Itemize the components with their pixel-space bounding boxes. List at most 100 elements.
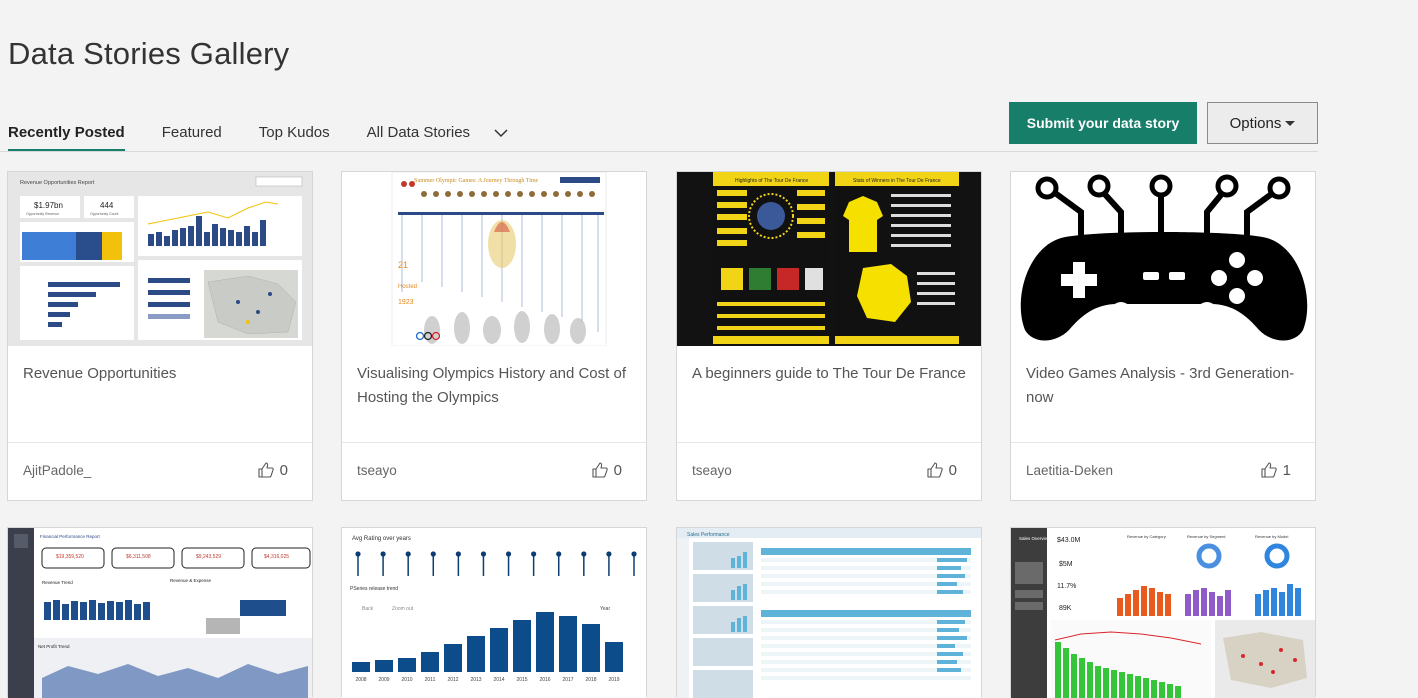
rating-dot xyxy=(505,551,512,557)
report-preview-image: Sales Overview $43.0M $5M 11.7% 89K Reve… xyxy=(1011,528,1315,698)
kudos-button[interactable]: 0 xyxy=(591,461,622,479)
options-button[interactable]: Options xyxy=(1207,102,1318,144)
story-thumbnail[interactable]: Financial Performance Report $19,359,520… xyxy=(8,528,312,698)
story-title[interactable]: Revenue Opportunities xyxy=(23,362,297,386)
report-preview-image: Summer Olympic Games: A Journey Through … xyxy=(391,172,607,346)
story-card[interactable]: Avg Rating over years PSeries release tr… xyxy=(341,527,647,698)
rating-dot xyxy=(405,551,411,557)
tab-top-kudos[interactable]: Top Kudos xyxy=(259,118,330,152)
svg-text:Year: Year xyxy=(600,606,610,612)
report-preview-image: Sales Performance xyxy=(677,528,981,698)
thumbs-up-icon xyxy=(592,462,608,478)
svg-text:Sales Performance: Sales Performance xyxy=(687,532,730,538)
year-tick-label: 2016 xyxy=(539,677,550,683)
story-card[interactable]: Highlights of The Tour De France Stats o… xyxy=(676,171,982,501)
story-thumbnail[interactable] xyxy=(1011,172,1315,346)
svg-text:$6,311,508: $6,311,508 xyxy=(126,554,151,560)
report-preview-image: Revenue Opportunities Report $1.97bn Opp… xyxy=(8,172,312,346)
story-thumbnail[interactable]: Sales Performance xyxy=(677,528,981,698)
svg-text:Hosted: Hosted xyxy=(398,284,417,290)
year-tick-label: 2013 xyxy=(470,677,481,683)
year-tick-label: 2017 xyxy=(562,677,573,683)
caret-down-icon xyxy=(1285,120,1296,126)
thumbs-up-icon xyxy=(1261,462,1277,478)
kudos-count: 1 xyxy=(1282,461,1291,479)
story-thumbnail[interactable]: Revenue Opportunities Report $1.97bn Opp… xyxy=(8,172,312,346)
svg-text:Revenue & Expense: Revenue & Expense xyxy=(170,578,212,583)
story-card[interactable]: Summer Olympic Games: A Journey Through … xyxy=(341,171,647,501)
story-title[interactable]: A beginners guide to The Tour De France xyxy=(692,362,966,386)
story-author[interactable]: AjitPadole_ xyxy=(23,463,91,478)
gallery-tabs: Recently Posted Featured Top Kudos All D… xyxy=(8,118,510,152)
release-bar xyxy=(582,624,600,672)
story-author[interactable]: tseayo xyxy=(357,463,397,478)
release-bar xyxy=(375,660,393,672)
card-divider xyxy=(1011,442,1315,443)
story-author[interactable]: Laetitia-Deken xyxy=(1026,463,1113,478)
kudos-button[interactable]: 1 xyxy=(1260,461,1291,479)
story-title[interactable]: Visualising Olympics History and Cost of… xyxy=(357,362,631,410)
svg-text:$9,243,529: $9,243,529 xyxy=(196,554,221,560)
rating-dot xyxy=(455,551,461,557)
svg-text:89K: 89K xyxy=(1059,605,1072,612)
year-tick-label: 2019 xyxy=(608,677,619,683)
page-title: Data Stories Gallery xyxy=(8,36,290,71)
tab-featured[interactable]: Featured xyxy=(162,118,222,152)
story-card[interactable]: Video Games Analysis - 3rd Generation-no… xyxy=(1010,171,1316,501)
story-thumbnail[interactable]: Avg Rating over years PSeries release tr… xyxy=(342,528,646,698)
story-card[interactable]: Sales Performance xyxy=(676,527,982,698)
story-thumbnail[interactable]: Highlights of The Tour De France Stats o… xyxy=(677,172,981,346)
thumbs-up-icon xyxy=(927,462,943,478)
report-preview-image: Highlights of The Tour De France Stats o… xyxy=(677,172,981,346)
report-preview-image: Financial Performance Report $19,359,520… xyxy=(8,528,312,698)
year-tick-label: 2018 xyxy=(585,677,596,683)
release-bar xyxy=(536,612,554,672)
release-bar xyxy=(444,644,462,672)
rating-dot xyxy=(355,551,361,557)
tab-recently-posted[interactable]: Recently Posted xyxy=(8,118,125,152)
card-divider xyxy=(677,442,981,443)
rating-dot xyxy=(380,551,386,557)
kudos-button[interactable]: 0 xyxy=(926,461,957,479)
svg-text:$5M: $5M xyxy=(1059,561,1073,568)
release-bar xyxy=(490,628,508,672)
story-card[interactable]: Sales Overview $43.0M $5M 11.7% 89K Reve… xyxy=(1010,527,1316,698)
options-label: Options xyxy=(1229,114,1282,132)
svg-text:Revenue by Model: Revenue by Model xyxy=(1255,534,1288,539)
year-tick-label: 2011 xyxy=(425,677,436,683)
story-card[interactable]: Revenue Opportunities Report $1.97bn Opp… xyxy=(7,171,313,501)
rating-dot xyxy=(480,551,487,557)
tab-all-data-stories[interactable]: All Data Stories xyxy=(367,118,510,152)
release-bar xyxy=(398,658,416,672)
svg-text:Revenue by Category: Revenue by Category xyxy=(1127,534,1166,539)
svg-text:Revenue by Segment: Revenue by Segment xyxy=(1187,534,1226,539)
story-card[interactable]: Financial Performance Report $19,359,520… xyxy=(7,527,313,698)
story-thumbnail[interactable]: Sales Overview $43.0M $5M 11.7% 89K Reve… xyxy=(1011,528,1315,698)
kudos-button[interactable]: 0 xyxy=(257,461,288,479)
kudos-count: 0 xyxy=(948,461,957,479)
svg-text:Revenue Trend: Revenue Trend xyxy=(42,580,73,585)
year-tick-label: 2012 xyxy=(447,677,458,683)
release-bar xyxy=(513,620,531,672)
game-controller-image xyxy=(1020,174,1308,341)
release-bar xyxy=(467,636,485,672)
svg-text:$4,316,025: $4,316,025 xyxy=(264,554,289,560)
story-title[interactable]: Video Games Analysis - 3rd Generation-no… xyxy=(1026,362,1300,410)
rating-dot xyxy=(606,551,612,557)
tab-all-data-stories-label: All Data Stories xyxy=(366,124,471,141)
card-divider xyxy=(342,442,646,443)
svg-text:Avg Rating over years: Avg Rating over years xyxy=(352,536,411,542)
svg-text:$43.0M: $43.0M xyxy=(1057,537,1081,544)
release-bar xyxy=(421,652,439,672)
svg-text:Summer Olympic Games: A Journe: Summer Olympic Games: A Journey Through … xyxy=(414,178,539,184)
story-thumbnail[interactable]: Summer Olympic Games: A Journey Through … xyxy=(342,172,646,346)
svg-text:Highlights of The Tour De Fran: Highlights of The Tour De France xyxy=(735,178,808,184)
story-author[interactable]: tseayo xyxy=(692,463,732,478)
svg-text:Net Profit Trend: Net Profit Trend xyxy=(38,644,70,649)
rating-dot xyxy=(531,551,537,557)
svg-text:Stats of Winners in The Tour D: Stats of Winners in The Tour De France xyxy=(853,178,941,184)
report-preview-image: Avg Rating over years PSeries release tr… xyxy=(350,536,637,683)
svg-text:21: 21 xyxy=(398,260,408,270)
chevron-down-icon xyxy=(494,129,508,138)
submit-data-story-button[interactable]: Submit your data story xyxy=(1009,102,1197,144)
